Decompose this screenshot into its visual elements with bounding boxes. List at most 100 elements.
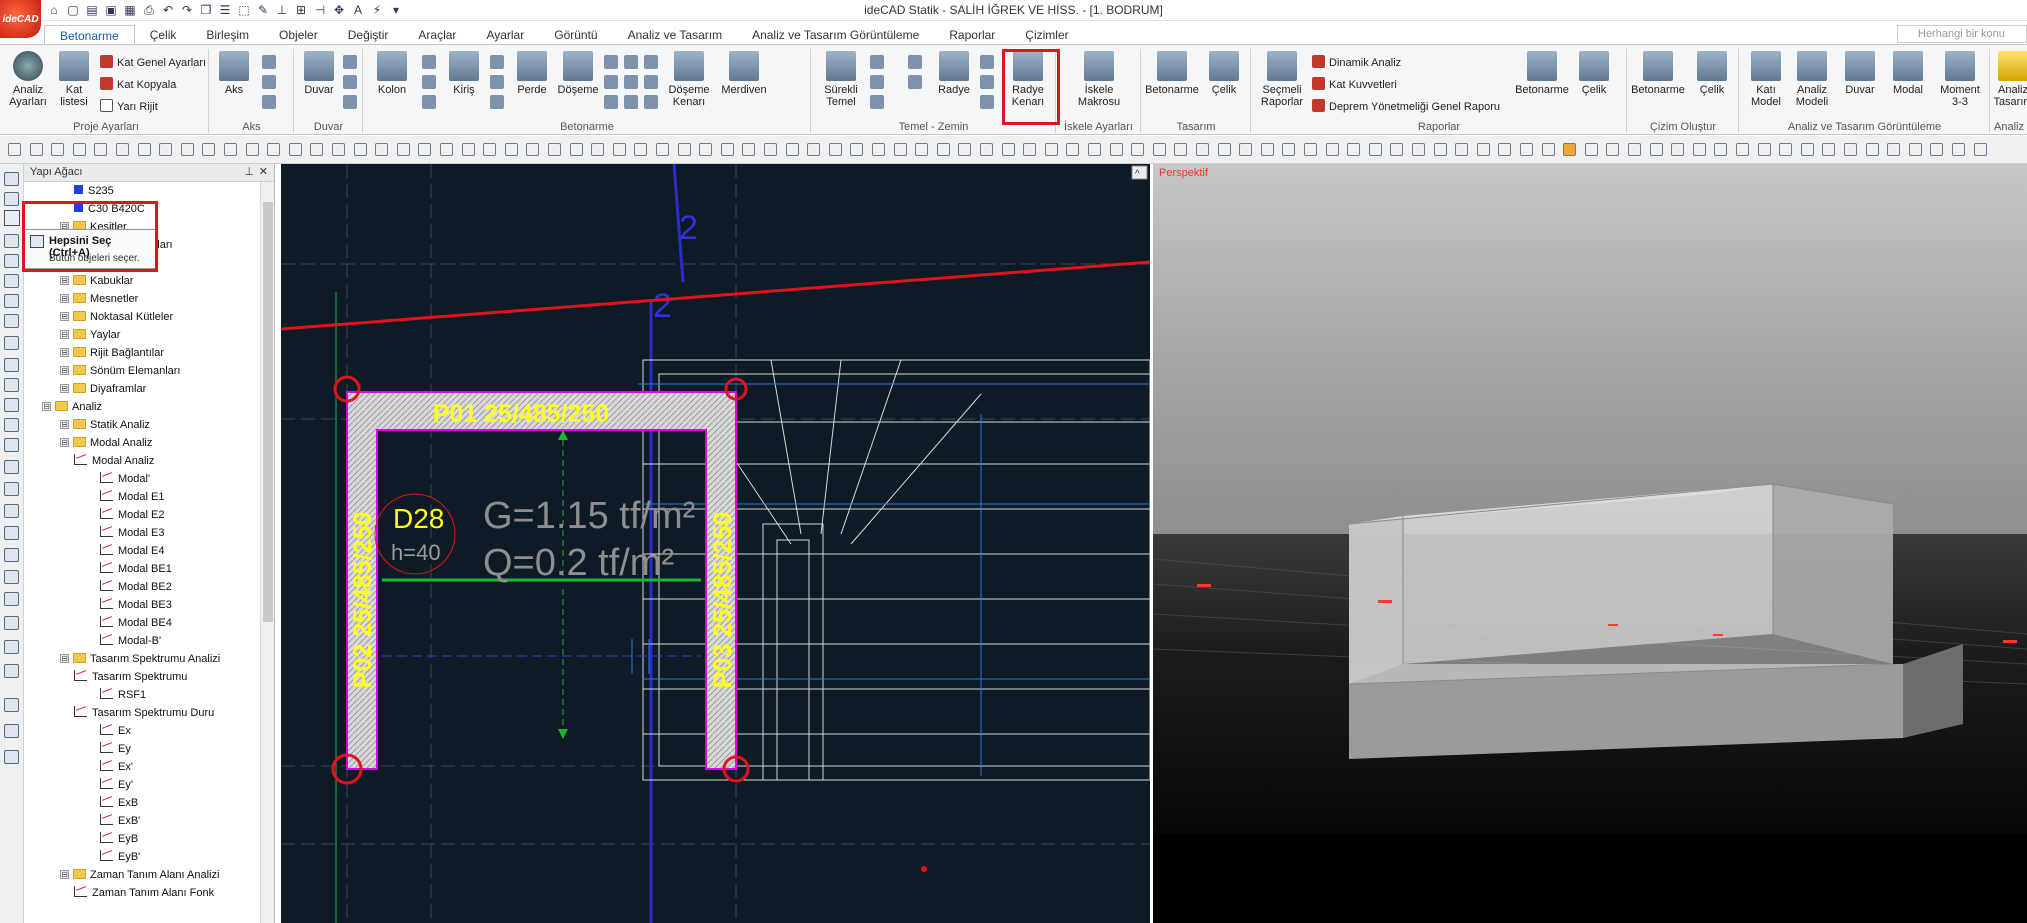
- modal-button[interactable]: Modal: [1886, 49, 1930, 96]
- drawing-tool-icon[interactable]: [591, 143, 605, 156]
- drawing-tool-icon[interactable]: [288, 143, 302, 156]
- drawing-tool-icon[interactable]: [1952, 143, 1965, 156]
- side-tool-icon[interactable]: [4, 294, 19, 308]
- side-tool-icon[interactable]: [4, 172, 19, 186]
- footing-tool-4-icon[interactable]: [908, 55, 922, 69]
- drawing-tool-icon[interactable]: [1973, 143, 1987, 156]
- tree-node[interactable]: Ex: [100, 722, 131, 740]
- tree-node[interactable]: ⊟ Mesnetler: [60, 290, 138, 308]
- drawing-tool-icon[interactable]: [180, 143, 194, 156]
- drawing-tool-icon[interactable]: [893, 143, 907, 156]
- drawing-tool-icon[interactable]: [1844, 143, 1857, 156]
- drawing-tool-icon[interactable]: [504, 143, 518, 156]
- kat-listesi-button[interactable]: Kat listesi: [52, 49, 96, 108]
- expand-toggle-icon[interactable]: ⊟: [60, 420, 69, 429]
- tab-goruntu[interactable]: Görüntü: [539, 25, 612, 45]
- analiz-tasarim-button[interactable]: Analiz Tasarım: [1991, 49, 2027, 108]
- beam-tool-3-icon[interactable]: [490, 95, 504, 109]
- merdiven-button[interactable]: Merdiven: [716, 49, 772, 96]
- pin-icon[interactable]: ⊥: [244, 165, 254, 178]
- tree-node[interactable]: Zaman Tanım Alanı Fonk: [74, 884, 214, 902]
- slab-tool-4-icon[interactable]: [624, 55, 638, 69]
- expand-toggle-icon[interactable]: ⊟: [60, 384, 69, 393]
- rapor-celik-button[interactable]: Çelik: [1572, 49, 1616, 96]
- beam-tool-2-icon[interactable]: [490, 75, 504, 89]
- drawing-tool-icon[interactable]: [1044, 143, 1058, 156]
- drawing-tool-icon[interactable]: [872, 143, 885, 156]
- column-tool-3-icon[interactable]: [422, 95, 436, 109]
- expand-toggle-icon[interactable]: ⊟: [60, 348, 69, 357]
- tab-birlesim[interactable]: Birleşim: [191, 25, 264, 45]
- drawing-tool-icon[interactable]: [1584, 143, 1598, 156]
- tab-ayarlar[interactable]: Ayarlar: [471, 25, 539, 45]
- drawing-tool-icon[interactable]: [1865, 143, 1879, 156]
- drawing-tool-icon[interactable]: [29, 143, 43, 156]
- drawing-tool-icon[interactable]: [332, 143, 345, 156]
- side-tool-icon[interactable]: [4, 336, 19, 350]
- slab-tool-3-icon[interactable]: [604, 95, 618, 109]
- drawing-tool-icon[interactable]: [1476, 143, 1490, 156]
- side-tool-icon[interactable]: [4, 592, 19, 606]
- drawing-tool-icon[interactable]: [742, 143, 756, 156]
- drawing-tool-icon[interactable]: [51, 143, 65, 156]
- side-tool-icon[interactable]: [4, 314, 19, 328]
- expand-toggle-icon[interactable]: ⊟: [60, 438, 69, 447]
- wall-tool-3-icon[interactable]: [343, 95, 357, 109]
- drawing-tool-icon[interactable]: [1606, 143, 1620, 156]
- axis-tool-3-icon[interactable]: [262, 95, 276, 109]
- slab-tool-5-icon[interactable]: [624, 75, 638, 89]
- analiz-modeli-button[interactable]: Analiz Modeli: [1790, 49, 1834, 108]
- drawing-tool-icon[interactable]: [980, 143, 993, 156]
- drawing-tool-icon[interactable]: [1628, 143, 1641, 156]
- drawing-tool-icon[interactable]: [1671, 143, 1685, 156]
- drawing-tool-icon[interactable]: [1131, 143, 1145, 156]
- drawing-tool-icon[interactable]: [634, 143, 648, 156]
- tree-node[interactable]: Modal BE4: [100, 614, 172, 632]
- iskele-makrosu-button[interactable]: İskele Makrosu: [1071, 49, 1127, 108]
- tree-node[interactable]: Ey: [100, 740, 131, 758]
- doseme-button[interactable]: Döşeme: [556, 49, 600, 96]
- drawing-tool-icon[interactable]: [440, 143, 453, 156]
- tree-node[interactable]: EyB: [100, 830, 138, 848]
- side-tool-icon[interactable]: [4, 378, 19, 392]
- drawing-tool-icon[interactable]: [1692, 143, 1706, 156]
- expand-toggle-icon[interactable]: ⊟: [60, 366, 69, 375]
- tree-node[interactable]: RSF1: [100, 686, 146, 704]
- drawing-tool-icon[interactable]: [1066, 143, 1080, 156]
- drawing-tool-icon[interactable]: [1908, 143, 1922, 156]
- drawing-tool-icon[interactable]: [1779, 143, 1793, 156]
- drawing-tool-icon[interactable]: [72, 143, 86, 156]
- drawing-tool-icon[interactable]: [1887, 143, 1901, 156]
- drawing-tool-icon[interactable]: [526, 143, 540, 156]
- expand-toggle-icon[interactable]: ⊟: [60, 330, 69, 339]
- axis-tool-1-icon[interactable]: [262, 55, 276, 69]
- drawing-tool-icon[interactable]: [310, 143, 324, 156]
- cizim-betonarme-button[interactable]: Betonarme: [1630, 49, 1686, 96]
- side-tool-icon[interactable]: [4, 750, 19, 764]
- drawing-tool-icon[interactable]: [1498, 143, 1512, 156]
- side-tool-icon[interactable]: [4, 358, 19, 372]
- drawing-tool-icon[interactable]: [699, 143, 713, 156]
- select-all-tool-icon[interactable]: [4, 210, 20, 226]
- side-tool-icon[interactable]: [4, 724, 19, 738]
- slab-tool-6-icon[interactable]: [624, 95, 638, 109]
- drawing-tool-icon[interactable]: [1023, 143, 1037, 156]
- tree-node[interactable]: Modal E4: [100, 542, 164, 560]
- expand-toggle-icon[interactable]: ⊟: [60, 654, 69, 663]
- secmeli-raporlar-button[interactable]: Seçmeli Raporlar: [1256, 49, 1308, 108]
- axis-tool-2-icon[interactable]: [262, 75, 276, 89]
- raft-tool-1-icon[interactable]: [980, 55, 994, 69]
- drawing-tool-icon[interactable]: [915, 143, 929, 156]
- tree-node[interactable]: ⊟ Modal Analiz: [60, 434, 152, 452]
- footing-tool-2-icon[interactable]: [870, 75, 884, 89]
- drawing-tool-icon[interactable]: [267, 143, 281, 156]
- drawing-tool-icon[interactable]: [396, 143, 410, 156]
- drawing-tool-icon[interactable]: [1822, 143, 1836, 156]
- drawing-tool-icon[interactable]: [137, 143, 151, 156]
- footing-tool-5-icon[interactable]: [908, 75, 922, 89]
- tree-scroll-thumb[interactable]: [263, 202, 273, 622]
- perspective-view[interactable]: Perspektif: [1153, 164, 2027, 923]
- drawing-tool-icon[interactable]: [1649, 143, 1663, 156]
- side-tool-icon[interactable]: [4, 504, 19, 518]
- kolon-button[interactable]: Kolon: [370, 49, 414, 96]
